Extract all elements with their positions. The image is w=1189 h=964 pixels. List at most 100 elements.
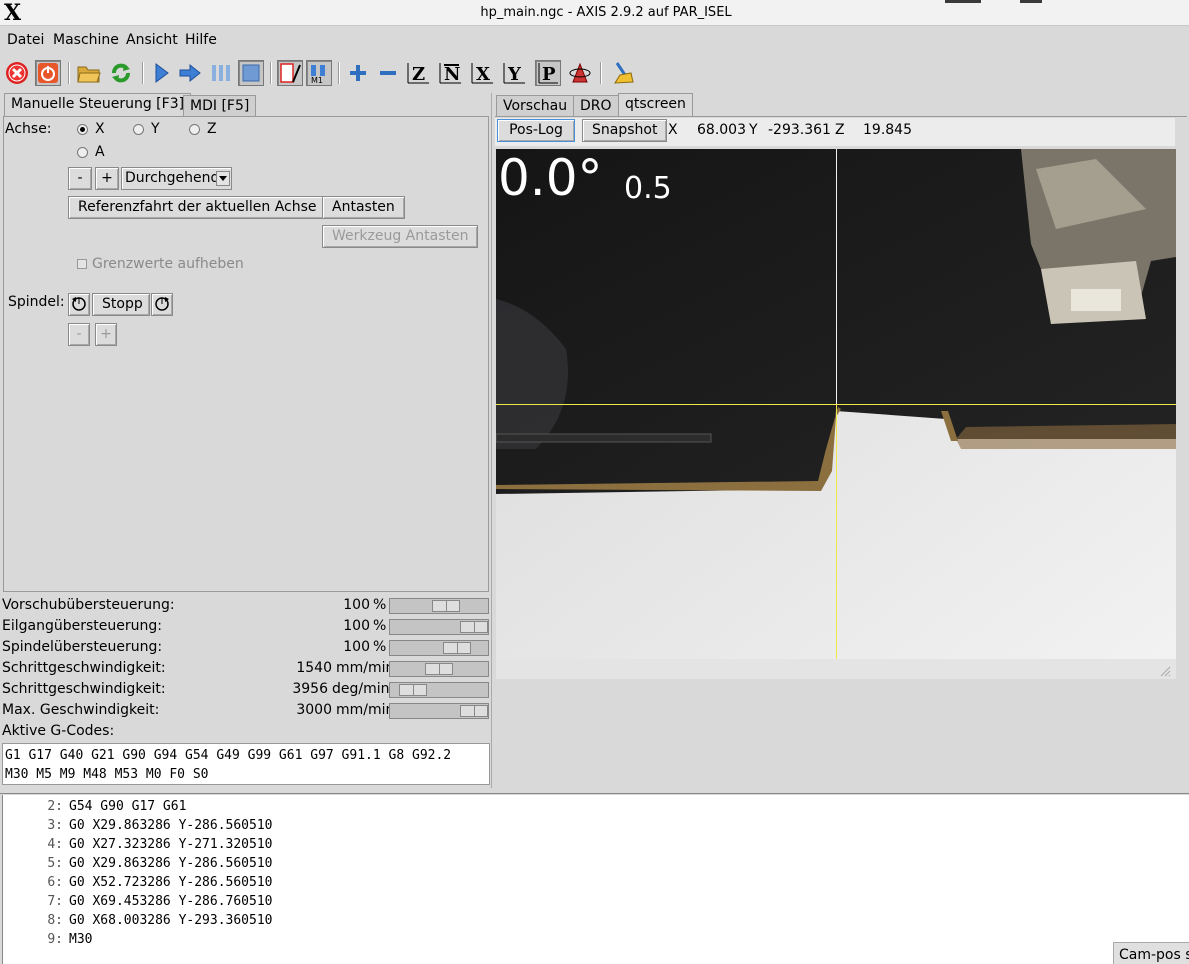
- gcode-pane-separator[interactable]: [0, 788, 1189, 794]
- radio-axis-z[interactable]: [189, 124, 200, 135]
- radio-axis-x-label: X: [95, 121, 105, 137]
- camera-view[interactable]: 0.0° 0.5: [496, 149, 1176, 659]
- tab-qtscreen[interactable]: qtscreen: [618, 93, 693, 117]
- gcode-line: G0 X69.453286 Y-286.760510: [69, 894, 273, 909]
- slider-thumb[interactable]: [432, 600, 460, 612]
- max-velocity-slider[interactable]: [389, 703, 489, 719]
- svg-text:Z: Z: [412, 64, 425, 85]
- run-icon[interactable]: [148, 60, 174, 86]
- maximize-button[interactable]: [1020, 0, 1042, 3]
- gcode-line-number: 6:: [47, 875, 63, 890]
- overrides-section: Vorschubübersteuerung: 100 % Eilgangüber…: [0, 595, 492, 721]
- stop-icon[interactable]: [238, 60, 264, 86]
- view-z2-icon[interactable]: N: [438, 60, 464, 86]
- view-x-icon[interactable]: X: [470, 60, 496, 86]
- spindle-reverse-icon[interactable]: [68, 293, 90, 316]
- pos-log-button[interactable]: Pos-Log: [497, 119, 575, 142]
- gcode-line: G0 X52.723286 Y-286.560510: [69, 875, 273, 890]
- open-file-icon[interactable]: [76, 60, 102, 86]
- power-icon[interactable]: [35, 60, 61, 86]
- slider-thumb[interactable]: [399, 684, 427, 696]
- minimize-button[interactable]: [945, 0, 981, 3]
- dro-z-label: Z: [835, 122, 845, 138]
- slider-thumb[interactable]: [460, 621, 488, 633]
- pane-separator[interactable]: [491, 93, 494, 788]
- tool-touch-off-button[interactable]: Werkzeug Antasten: [322, 225, 479, 248]
- menu-datei[interactable]: Datei: [7, 32, 44, 48]
- feed-override-slider[interactable]: [389, 598, 489, 614]
- jog-speed-angular-slider[interactable]: [389, 682, 489, 698]
- max-velocity-label: Max. Geschwindigkeit:: [2, 702, 160, 718]
- svg-text:M1: M1: [311, 76, 323, 84]
- menu-maschine[interactable]: Maschine: [53, 32, 119, 48]
- rapid-override-slider[interactable]: [389, 619, 489, 635]
- rotate-icon[interactable]: [567, 60, 593, 86]
- dro-x-label: X: [668, 122, 678, 138]
- gcode-line-number: 2:: [47, 799, 63, 814]
- spindle-label: Spindel:: [8, 294, 65, 310]
- snapshot-button[interactable]: Snapshot: [582, 119, 668, 142]
- gcode-line: G0 X29.863286 Y-286.560510: [69, 818, 273, 833]
- pause-icon[interactable]: [208, 60, 234, 86]
- gcode-line-number: 7:: [47, 894, 63, 909]
- gcode-line-number: 9:: [47, 932, 63, 947]
- view-p-icon[interactable]: P: [535, 60, 561, 86]
- zoom-in-icon[interactable]: [345, 60, 371, 86]
- axis-label: Achse:: [5, 121, 52, 137]
- spindle-override-slider[interactable]: [389, 640, 489, 656]
- block-delete-icon[interactable]: [277, 60, 303, 86]
- clear-plot-icon[interactable]: [610, 60, 636, 86]
- slider-thumb[interactable]: [443, 642, 471, 654]
- gcode-line: G0 X27.323286 Y-271.320510: [69, 837, 273, 852]
- menu-bar: Datei Maschine Ansicht Hilfe: [0, 28, 1189, 52]
- optional-stop-icon[interactable]: M1: [306, 60, 332, 86]
- home-axis-button[interactable]: Referenzfahrt der aktuellen Achse: [68, 196, 327, 219]
- spindle-plus-button[interactable]: +: [95, 323, 117, 346]
- feed-override-unit: %: [373, 597, 387, 613]
- radio-axis-a[interactable]: [77, 147, 88, 158]
- tab-dro[interactable]: DRO: [573, 95, 619, 117]
- gcode-text-area[interactable]: 2: G54 G90 G17 G61 3: G0 X29.863286 Y-28…: [2, 795, 1189, 964]
- camera-scale: 0.5: [624, 171, 672, 206]
- jog-mode-select[interactable]: Durchgehend: [121, 167, 232, 190]
- title-bar: X hp_main.ngc - AXIS 2.9.2 auf PAR_ISEL: [0, 0, 1189, 26]
- tab-vorschau[interactable]: Vorschau: [496, 95, 575, 117]
- step-icon[interactable]: [177, 60, 203, 86]
- rapid-override-value: 100: [343, 618, 370, 634]
- spindle-minus-button[interactable]: -: [68, 323, 90, 346]
- menu-hilfe[interactable]: Hilfe: [185, 32, 217, 48]
- gcode-line-number: 4:: [47, 837, 63, 852]
- menu-ansicht[interactable]: Ansicht: [126, 32, 178, 48]
- tab-mdi[interactable]: MDI [F5]: [183, 95, 257, 117]
- reload-icon[interactable]: [108, 60, 134, 86]
- touch-off-button[interactable]: Antasten: [322, 196, 405, 219]
- rapid-override-unit: %: [373, 618, 387, 634]
- camera-angle: 0.0°: [498, 149, 603, 207]
- tab-manual[interactable]: Manuelle Steuerung [F3]: [4, 93, 192, 117]
- spindle-stop-button[interactable]: Stopp: [92, 293, 150, 316]
- override-limits-checkbox[interactable]: [77, 259, 87, 269]
- gcode-line: G0 X68.003286 Y-293.360510: [69, 913, 273, 928]
- dro-y-label: Y: [749, 122, 758, 138]
- spindle-forward-icon[interactable]: [151, 293, 173, 316]
- crosshair-vertical-bottom: [836, 404, 837, 659]
- dro-x-value: 68.003: [697, 122, 746, 138]
- spindle-override-label: Spindelübersteuerung:: [2, 639, 163, 655]
- rapid-override-label: Eilgangübersteuerung:: [2, 618, 162, 634]
- radio-axis-y[interactable]: [133, 124, 144, 135]
- slider-thumb[interactable]: [425, 663, 453, 675]
- slider-thumb[interactable]: [460, 705, 488, 717]
- jog-speed-angular-value: 3956: [292, 681, 328, 697]
- resize-grip-icon[interactable]: [1159, 665, 1171, 677]
- jog-speed-angular-label: Schrittgeschwindigkeit:: [2, 681, 166, 697]
- jog-speed-linear-slider[interactable]: [389, 661, 489, 677]
- view-y-icon[interactable]: Y: [502, 60, 528, 86]
- view-z-icon[interactable]: Z: [406, 60, 432, 86]
- zoom-out-icon[interactable]: [375, 60, 401, 86]
- radio-axis-x[interactable]: [77, 124, 88, 135]
- estop-icon[interactable]: [4, 60, 30, 86]
- jog-plus-button[interactable]: +: [95, 167, 119, 190]
- jog-speed-linear-value: 1540: [296, 660, 332, 676]
- gcode-line: M30: [69, 932, 93, 947]
- jog-minus-button[interactable]: -: [68, 167, 92, 190]
